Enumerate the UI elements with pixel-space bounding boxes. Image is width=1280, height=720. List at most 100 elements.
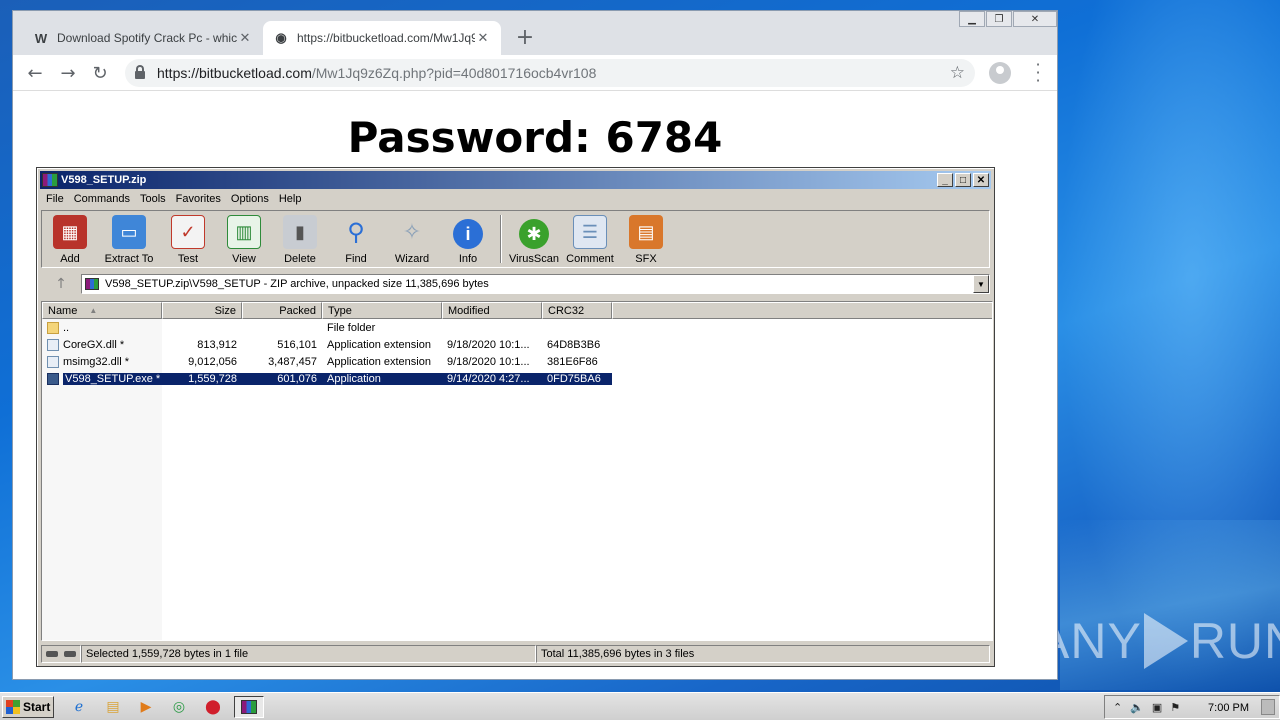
profile-avatar-icon[interactable] bbox=[989, 62, 1011, 84]
explorer-icon[interactable]: ▤ bbox=[101, 696, 125, 718]
action-center-flag-icon[interactable]: ⚑ bbox=[1170, 701, 1180, 714]
test-button[interactable]: ✓ Test bbox=[160, 211, 216, 267]
start-label: Start bbox=[23, 700, 51, 714]
network-icon[interactable]: ▣ bbox=[1152, 701, 1162, 714]
sfx-button[interactable]: ▤ SFX bbox=[618, 211, 674, 267]
virusscan-button[interactable]: ✱ VirusScan bbox=[506, 211, 562, 267]
winrar-close-button[interactable]: ✕ bbox=[973, 173, 989, 187]
file-list: Name ▲ Size Packed Type Modified CRC32 ..… bbox=[41, 301, 993, 641]
page-heading: Password: 6784 bbox=[347, 113, 723, 162]
restore-button[interactable]: ❐ bbox=[986, 11, 1012, 27]
chrome-icon[interactable]: ◎ bbox=[167, 696, 191, 718]
comment-button[interactable]: ☰ Comment bbox=[562, 211, 618, 267]
menu-dots-icon[interactable]: · · · bbox=[1033, 57, 1043, 89]
anyrun-watermark: ANY RUN bbox=[1036, 606, 1280, 676]
delete-bin-icon: ▮ bbox=[283, 215, 317, 249]
extract-to-button[interactable]: ▭ Extract To bbox=[98, 211, 160, 267]
column-modified[interactable]: Modified bbox=[442, 302, 542, 319]
file-type: Application extension bbox=[327, 338, 431, 351]
file-name-cell: V598_SETUP.exe * bbox=[42, 372, 162, 385]
tab-title: https://bitbucketload.com/Mw1Jq9z bbox=[297, 31, 475, 45]
address-bar[interactable]: https://bitbucketload.com/Mw1Jq9z6Zq.php… bbox=[125, 59, 975, 87]
delete-label: Delete bbox=[284, 253, 316, 265]
file-size: 1,559,728 bbox=[162, 372, 242, 385]
add-archive-icon: ▦ bbox=[53, 215, 87, 249]
back-arrow-icon[interactable]: ← bbox=[23, 61, 47, 85]
ie-icon[interactable]: ℯ bbox=[67, 696, 91, 718]
menu-options[interactable]: Options bbox=[226, 193, 274, 205]
find-button[interactable]: ⚲ Find bbox=[328, 211, 384, 267]
file-crc: 0FD75BA6 bbox=[542, 372, 612, 385]
add-button[interactable]: ▦ Add bbox=[42, 211, 98, 267]
menu-commands[interactable]: Commands bbox=[69, 193, 135, 205]
reload-icon[interactable]: ↻ bbox=[88, 61, 112, 85]
menu-favorites[interactable]: Favorites bbox=[171, 193, 226, 205]
lock-icon bbox=[135, 65, 145, 79]
column-packed[interactable]: Packed bbox=[242, 302, 322, 319]
start-button[interactable]: Start bbox=[2, 696, 54, 718]
file-type: Application extension bbox=[327, 355, 431, 368]
list-item-msimg32[interactable]: msimg32.dll * 9,012,056 3,487,457 Applic… bbox=[42, 353, 992, 370]
archive-path-box[interactable]: V598_SETUP.zip\V598_SETUP - ZIP archive,… bbox=[81, 274, 990, 294]
opera-icon[interactable]: ⬤ bbox=[201, 696, 225, 718]
menu-file[interactable]: File bbox=[41, 193, 69, 205]
minimize-button[interactable]: ▁ bbox=[959, 11, 985, 27]
file-modified: 9/18/2020 10:1... bbox=[447, 338, 530, 351]
info-button[interactable]: i Info bbox=[440, 211, 496, 267]
winrar-maximize-button[interactable]: □ bbox=[955, 173, 971, 187]
show-desktop-button[interactable] bbox=[1261, 699, 1275, 715]
dll-file-icon bbox=[47, 355, 59, 368]
file-name: msimg32.dll * bbox=[63, 355, 130, 368]
comment-label: Comment bbox=[566, 253, 614, 265]
file-modified: 9/14/2020 4:27... bbox=[442, 372, 542, 385]
list-item-parent[interactable]: .. File folder bbox=[42, 319, 992, 336]
tab-download-spotify[interactable]: W Download Spotify Crack Pc - whichbr ✕ bbox=[23, 21, 263, 55]
find-label: Find bbox=[345, 253, 367, 265]
url-host: https://bitbucketload.com bbox=[157, 65, 312, 81]
file-packed: 601,076 bbox=[242, 372, 322, 385]
new-tab-button[interactable]: + bbox=[513, 25, 537, 50]
winrar-toolbar: ▦ Add ▭ Extract To ✓ Test ▥ View ▮ Delet… bbox=[41, 210, 990, 268]
virusscan-label: VirusScan bbox=[509, 253, 559, 265]
bookmark-star-icon[interactable]: ☆ bbox=[950, 63, 965, 83]
window-controls: ▁ ❐ ✕ bbox=[958, 11, 1057, 27]
add-label: Add bbox=[60, 253, 80, 265]
volume-icon[interactable]: 🔈 bbox=[1130, 701, 1144, 714]
file-crc: 64D8B3B6 bbox=[547, 338, 601, 351]
media-player-icon[interactable]: ▶ bbox=[134, 696, 158, 718]
winrar-titlebar[interactable]: V598_SETUP.zip _ □ ✕ bbox=[40, 171, 991, 189]
file-type: File folder bbox=[327, 321, 376, 334]
tab-close-icon[interactable]: ✕ bbox=[475, 30, 491, 46]
list-item-v598-setup-exe[interactable]: V598_SETUP.exe * 1,559,728 601,076 Appli… bbox=[42, 370, 992, 387]
chevron-down-icon[interactable]: ▼ bbox=[973, 275, 989, 293]
wizard-label: Wizard bbox=[394, 253, 430, 265]
menu-tools[interactable]: Tools bbox=[135, 193, 171, 205]
winrar-minimize-button[interactable]: _ bbox=[937, 173, 953, 187]
column-crc32[interactable]: CRC32 bbox=[542, 302, 612, 319]
exe-file-icon bbox=[47, 372, 59, 385]
forward-arrow-icon[interactable]: → bbox=[56, 61, 80, 85]
windows-flag-icon bbox=[6, 700, 20, 714]
column-size[interactable]: Size bbox=[162, 302, 242, 319]
clock[interactable]: 7:00 PM bbox=[1208, 696, 1249, 720]
winrar-window: V598_SETUP.zip _ □ ✕ File Commands Tools… bbox=[36, 167, 995, 667]
view-book-icon: ▥ bbox=[227, 215, 261, 249]
column-type[interactable]: Type bbox=[322, 302, 442, 319]
column-name[interactable]: Name ▲ bbox=[42, 302, 162, 319]
up-arrow-icon[interactable]: ↑ bbox=[41, 273, 81, 295]
file-crc: 381E6F86 bbox=[547, 355, 598, 368]
list-item-coregx[interactable]: CoreGX.dll * 813,912 516,101 Application… bbox=[42, 336, 992, 353]
delete-button[interactable]: ▮ Delete bbox=[272, 211, 328, 267]
close-window-button[interactable]: ✕ bbox=[1013, 11, 1057, 27]
menu-help[interactable]: Help bbox=[274, 193, 307, 205]
winrar-icon[interactable] bbox=[234, 696, 264, 718]
browser-toolbar: ← → ↻ https://bitbucketload.com/Mw1Jq9z6… bbox=[13, 55, 1057, 91]
tab-close-icon[interactable]: ✕ bbox=[237, 30, 253, 46]
watermark-right: RUN bbox=[1189, 613, 1280, 669]
wizard-button[interactable]: ✧ Wizard bbox=[384, 211, 440, 267]
taskbar: Start ℯ ▤ ▶ ◎ ⬤ ⌃ 🔈 ▣ ⚑ 7:00 PM bbox=[0, 692, 1280, 720]
folder-icon bbox=[47, 321, 59, 334]
view-button[interactable]: ▥ View bbox=[216, 211, 272, 267]
tray-chevron-up-icon[interactable]: ⌃ bbox=[1113, 701, 1122, 714]
tab-bitbucketload[interactable]: ◉ https://bitbucketload.com/Mw1Jq9z ✕ bbox=[263, 21, 501, 55]
